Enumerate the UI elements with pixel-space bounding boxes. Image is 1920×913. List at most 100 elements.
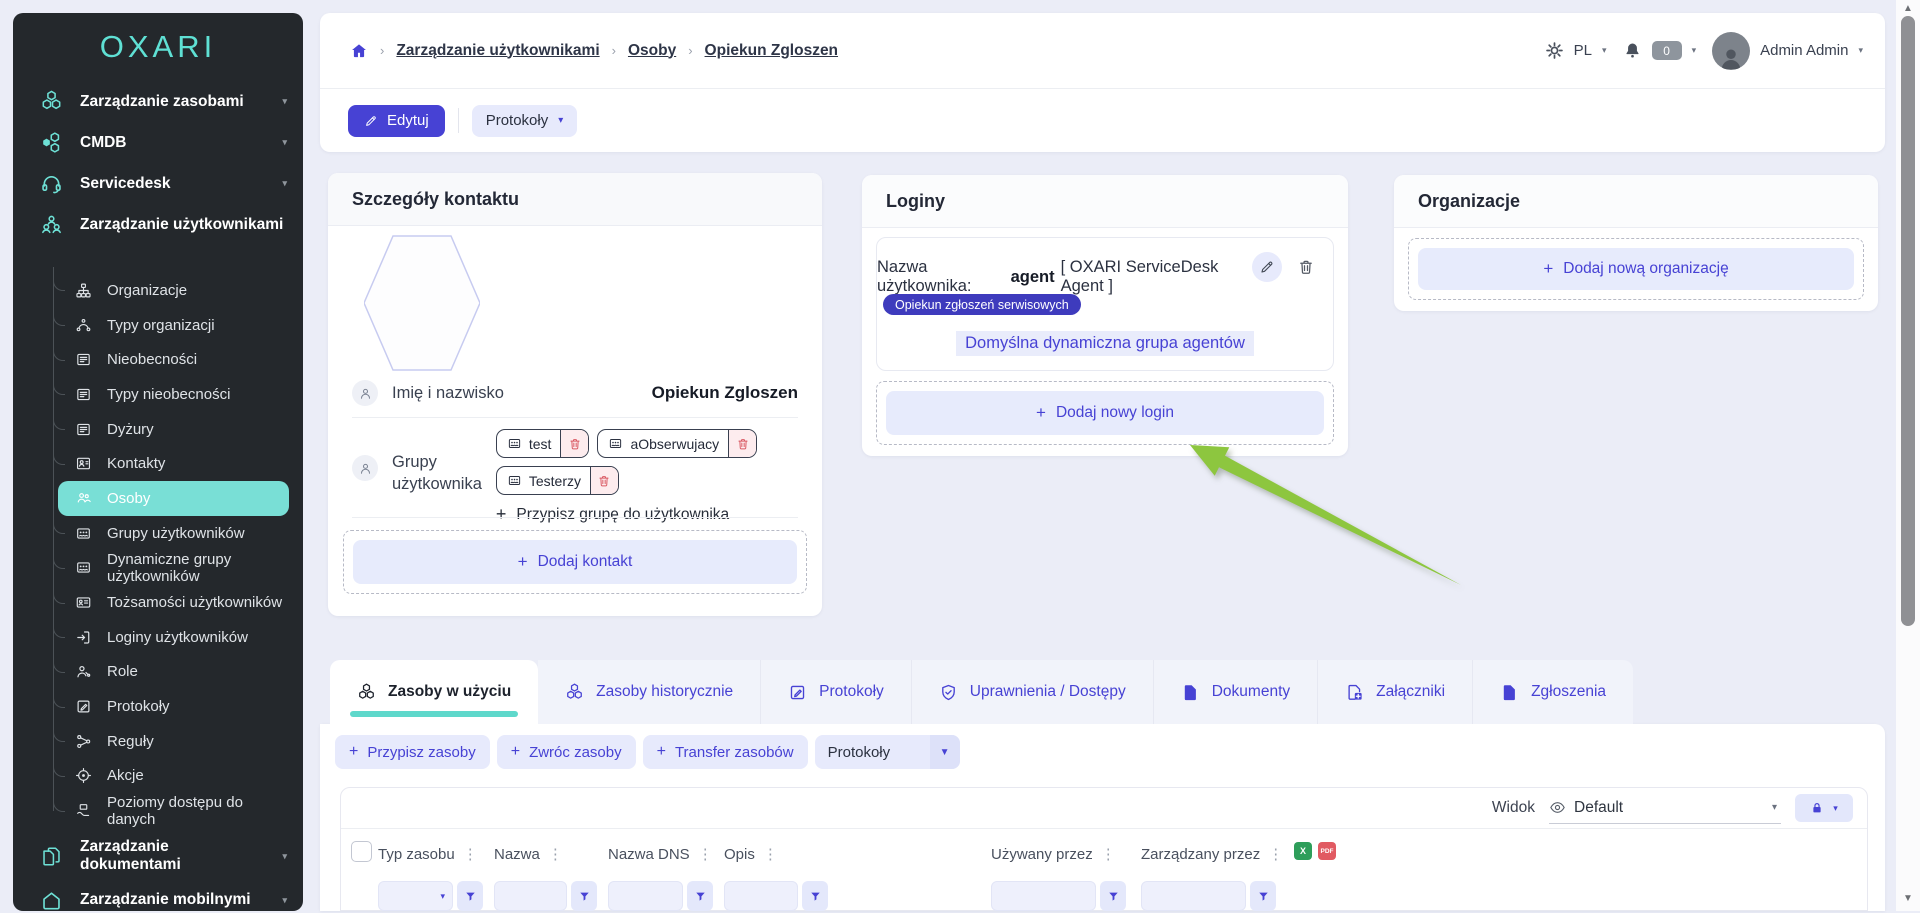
- column-menu-icon[interactable]: ⋮: [463, 845, 478, 863]
- sidebar-item[interactable]: CMDB▾: [13, 122, 303, 163]
- scroll-up-icon[interactable]: ▲: [1896, 3, 1920, 14]
- chevron-down-icon[interactable]: ▾: [1858, 45, 1863, 56]
- chevron-down-icon[interactable]: ▾: [1602, 45, 1607, 56]
- sidebar-item[interactable]: Poziomy dostępu do danych: [58, 793, 289, 828]
- column-menu-icon[interactable]: ⋮: [1268, 845, 1283, 863]
- sidebar-item[interactable]: Loginy użytkowników: [58, 620, 289, 655]
- home-icon[interactable]: [350, 42, 368, 60]
- column-filter-input[interactable]: [494, 881, 567, 911]
- sidebar-item[interactable]: Zarządzanie dokumentami▾: [13, 834, 303, 878]
- column-filter-input[interactable]: [608, 881, 683, 911]
- filter-button[interactable]: [802, 881, 828, 911]
- avatar[interactable]: [1712, 32, 1750, 70]
- assign-assets-button[interactable]: +Przypisz zasoby: [335, 735, 490, 769]
- tab-1[interactable]: Zasoby historycznie: [538, 660, 761, 724]
- remove-group-button[interactable]: [591, 467, 618, 494]
- protocols-select[interactable]: Protokoły ▼: [815, 735, 960, 769]
- return-assets-button[interactable]: +Zwróc zasoby: [497, 735, 636, 769]
- chevron-down-icon[interactable]: ▾: [1692, 45, 1697, 56]
- sidebar-item[interactable]: Role: [58, 655, 289, 690]
- delete-login-button[interactable]: [1291, 252, 1321, 282]
- tab-2[interactable]: Protokoły: [761, 660, 912, 724]
- filter-button[interactable]: [1100, 881, 1126, 911]
- sidebar-item[interactable]: Dyżury: [58, 412, 289, 447]
- column-filter-input[interactable]: [991, 881, 1096, 911]
- name-label: Imię i nazwisko: [392, 384, 504, 403]
- view-lock-button[interactable]: ▾: [1795, 794, 1853, 822]
- sidebar-item[interactable]: Kontakty: [58, 446, 289, 481]
- view-select[interactable]: Default ▾: [1549, 793, 1781, 824]
- tab-3[interactable]: Uprawnienia / Dostępy: [912, 660, 1154, 724]
- sidebar-item[interactable]: Zarządzanie użytkownikami: [13, 204, 303, 245]
- filter-input[interactable]: [1142, 882, 1245, 910]
- sidebar-item[interactable]: Servicedesk▾: [13, 163, 303, 204]
- export-excel-icon[interactable]: X: [1294, 842, 1312, 860]
- select-all-checkbox[interactable]: [351, 841, 372, 862]
- transfer-assets-button[interactable]: +Transfer zasobów: [643, 735, 808, 769]
- filter-input[interactable]: [725, 882, 797, 910]
- sidebar-item[interactable]: Reguły: [58, 724, 289, 759]
- edit-login-button[interactable]: [1252, 252, 1282, 282]
- filter-button[interactable]: [687, 881, 713, 911]
- sidebar-item[interactable]: Typy nieobecności: [58, 377, 289, 412]
- breadcrumb-link[interactable]: Osoby: [628, 42, 676, 60]
- sidebar-item[interactable]: Typy organizacji: [58, 308, 289, 343]
- sidebar-item[interactable]: Zarządzanie mobilnymi▾: [13, 878, 303, 911]
- filter-button[interactable]: [571, 881, 597, 911]
- scrollbar[interactable]: ▲ ▼: [1896, 0, 1920, 911]
- tab-6[interactable]: Zgłoszenia: [1473, 660, 1633, 724]
- filter-input[interactable]: [992, 882, 1095, 910]
- scrollbar-thumb[interactable]: [1901, 16, 1915, 626]
- sidebar-item[interactable]: Osoby: [58, 481, 289, 516]
- column-filter-input[interactable]: [1141, 881, 1246, 911]
- user-menu[interactable]: Admin Admin: [1760, 42, 1848, 59]
- assign-group-link[interactable]: + Przypisz grupę do użytkownika: [496, 504, 806, 525]
- filter-input[interactable]: [379, 882, 440, 910]
- gear-icon[interactable]: [1545, 41, 1564, 60]
- logins-card: Loginy Nazwa użytkownika: agent [ OXARI …: [862, 175, 1348, 456]
- remove-group-button[interactable]: [561, 430, 588, 457]
- sidebar-item[interactable]: Protokoły: [58, 689, 289, 724]
- filter-button[interactable]: [1250, 881, 1276, 911]
- filter-button[interactable]: [457, 881, 483, 911]
- language-selector[interactable]: PL: [1574, 42, 1592, 59]
- column-menu-icon[interactable]: ⋮: [1101, 845, 1116, 863]
- scroll-down-icon[interactable]: ▼: [1896, 893, 1920, 904]
- breadcrumb-link[interactable]: Zarządzanie użytkownikami: [396, 42, 599, 60]
- protocols-dropdown-button[interactable]: Protokoły ▾: [472, 105, 578, 137]
- tab-0[interactable]: Zasoby w użyciu: [330, 660, 538, 724]
- bell-icon[interactable]: [1623, 41, 1642, 60]
- tab-4[interactable]: Dokumenty: [1154, 660, 1318, 724]
- sidebar-item[interactable]: Tożsamości użytkowników: [58, 585, 289, 620]
- agent-group-link[interactable]: Domyślna dynamiczna grupa agentów: [956, 331, 1254, 356]
- funnel-icon: [809, 890, 822, 903]
- sidebar-item[interactable]: Zarządzanie zasobami▾: [13, 81, 303, 122]
- sidebar-item[interactable]: Nieobecności: [58, 342, 289, 377]
- tab-5[interactable]: Załączniki: [1318, 660, 1473, 724]
- breadcrumb-link[interactable]: Opiekun Zgloszen: [705, 42, 838, 60]
- add-login-button[interactable]: + Dodaj nowy login: [886, 391, 1324, 435]
- column-header: Używany przez: [991, 846, 1093, 863]
- add-organization-button[interactable]: + Dodaj nową organizację: [1418, 248, 1854, 290]
- add-contact-button[interactable]: + Dodaj kontakt: [353, 540, 797, 584]
- plus-icon: +: [349, 743, 358, 761]
- sidebar-item[interactable]: Grupy użytkowników: [58, 516, 289, 551]
- sidebar-item[interactable]: Dynamiczne grupy użytkowników: [58, 551, 289, 586]
- persons-icon: [75, 490, 92, 507]
- assets-table: Widok Default ▾ ▾ Typ zasobu⋮Nazwa⋮Nazwa…: [340, 787, 1868, 911]
- filter-input[interactable]: [609, 882, 682, 910]
- user-groups-icon: [75, 525, 92, 542]
- edit-button[interactable]: Edytuj: [348, 105, 445, 137]
- app-logo[interactable]: OXARI: [13, 13, 303, 81]
- sidebar-item[interactable]: Akcje: [58, 759, 289, 794]
- column-menu-icon[interactable]: ⋮: [698, 845, 713, 863]
- column-menu-icon[interactable]: ⋮: [548, 845, 563, 863]
- column-filter-input[interactable]: ▾: [378, 881, 453, 911]
- remove-group-button[interactable]: [729, 430, 756, 457]
- filter-input[interactable]: [495, 882, 566, 910]
- sidebar-item[interactable]: Organizacje: [58, 273, 289, 308]
- column-menu-icon[interactable]: ⋮: [763, 845, 778, 863]
- chevron-down-icon: ▾: [282, 895, 287, 906]
- column-filter-input[interactable]: [724, 881, 798, 911]
- export-pdf-icon[interactable]: PDF: [1318, 842, 1336, 860]
